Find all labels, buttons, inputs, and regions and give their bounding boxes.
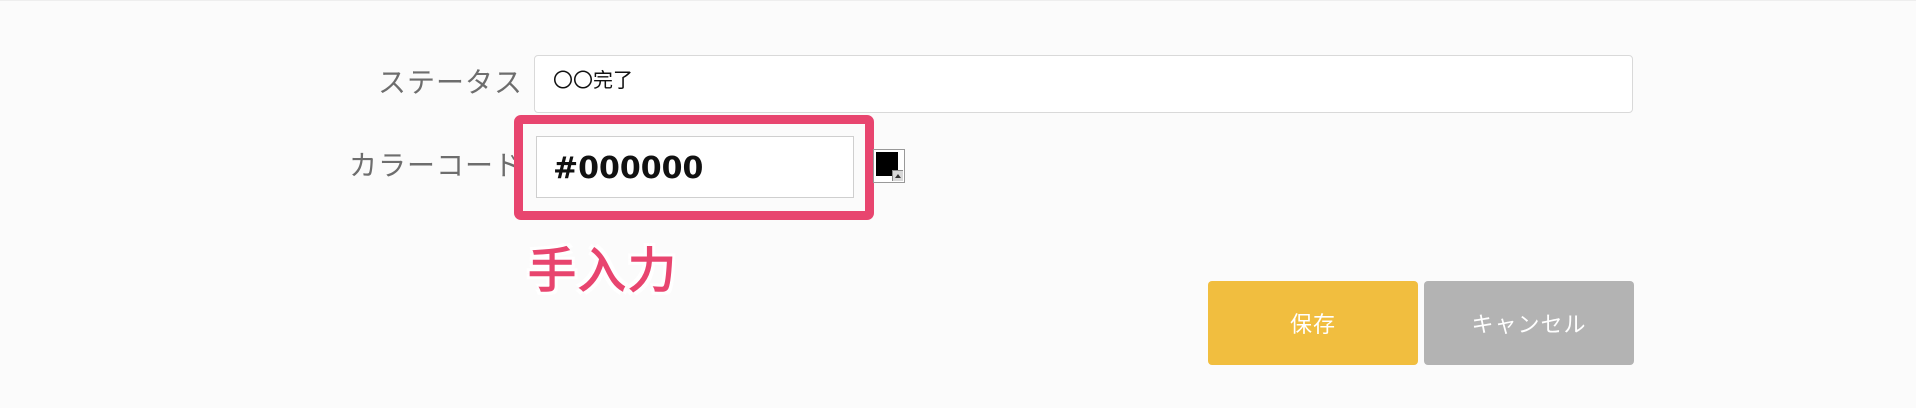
- save-button[interactable]: 保存: [1208, 281, 1418, 365]
- color-code-input[interactable]: #000000: [536, 136, 854, 198]
- edit-form-panel: ステータス 〇〇完了 カラーコード #000000 手入力 保存 キャンセル: [0, 0, 1916, 408]
- status-label: ステータス: [377, 66, 523, 99]
- dropdown-arrow-icon: [892, 170, 903, 181]
- color-code-label: カラーコード: [348, 149, 523, 182]
- color-picker-swatch[interactable]: [873, 149, 905, 183]
- status-input[interactable]: 〇〇完了: [534, 55, 1633, 113]
- manual-input-annotation: 手入力: [528, 243, 679, 299]
- cancel-button[interactable]: キャンセル: [1424, 281, 1634, 365]
